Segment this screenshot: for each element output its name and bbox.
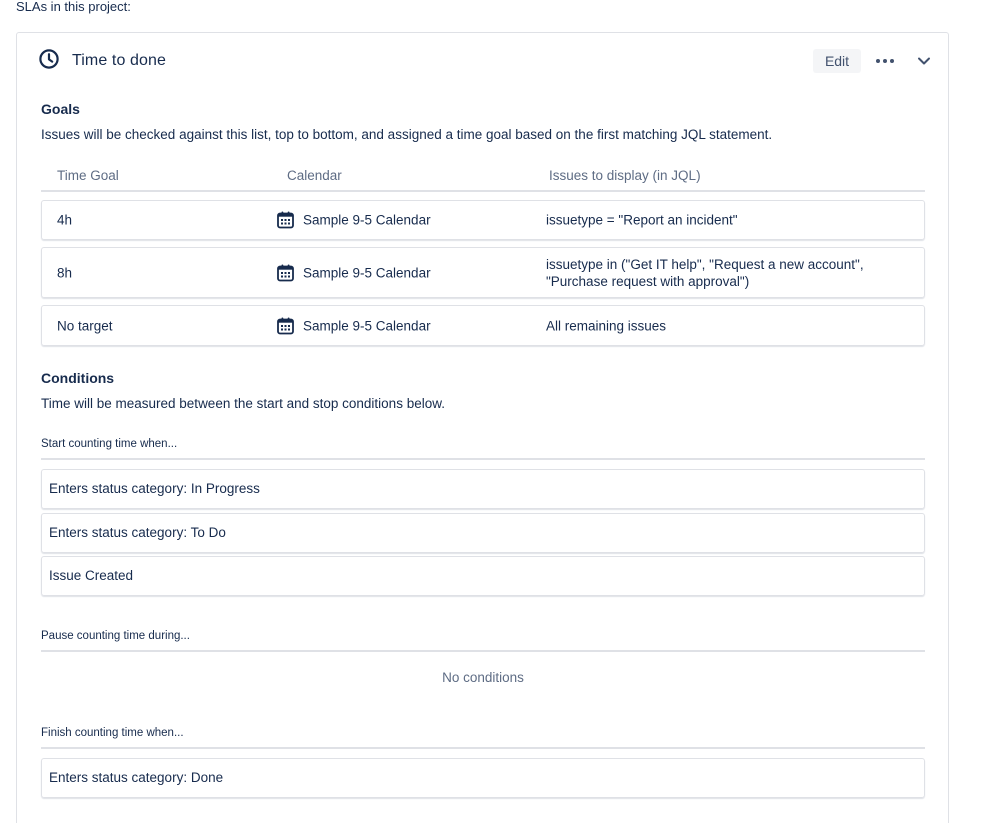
column-calendar: Calendar xyxy=(287,168,342,183)
calendar-icon xyxy=(277,211,294,229)
start-condition-item: Issue Created xyxy=(41,556,925,596)
goal-calendar-name: Sample 9-5 Calendar xyxy=(303,265,431,280)
goals-description: Issues will be checked against this list… xyxy=(41,127,773,142)
clock-icon xyxy=(39,49,59,69)
edit-button[interactable]: Edit xyxy=(813,49,861,73)
more-icon xyxy=(876,59,894,63)
goal-calendar-name: Sample 9-5 Calendar xyxy=(303,212,431,228)
sla-card-header: Time to done Edit xyxy=(17,33,948,89)
goal-time: 4h xyxy=(57,212,73,228)
column-issues-jql: Issues to display (in JQL) xyxy=(549,168,701,183)
collapse-button[interactable] xyxy=(913,49,935,73)
goals-title: Goals xyxy=(41,101,80,117)
goal-time: 8h xyxy=(57,265,73,280)
goal-calendar-name: Sample 9-5 Calendar xyxy=(303,318,431,333)
goal-row[interactable]: 4h Sample 9-5 Calendar issuetype = "Repo… xyxy=(41,200,925,240)
pause-conditions-label: Pause counting time during... xyxy=(41,630,925,652)
finish-conditions-label: Finish counting time when... xyxy=(41,727,925,749)
goal-jql: issuetype = "Report an incident" xyxy=(546,212,738,228)
start-condition-item: Enters status category: In Progress xyxy=(41,469,925,509)
goal-row[interactable]: No target Sample 9-5 Calendar All remain… xyxy=(41,305,925,346)
goal-calendar: Sample 9-5 Calendar xyxy=(276,211,431,230)
chevron-down-icon xyxy=(918,57,930,65)
calendar-icon xyxy=(277,264,294,281)
goal-jql: issuetype in ("Get IT help", "Request a … xyxy=(546,256,864,289)
sla-card-time-to-done: Time to done Edit Goals Issues will be c… xyxy=(16,32,949,823)
conditions-description: Time will be measured between the start … xyxy=(41,396,445,411)
goal-row[interactable]: 8h Sample 9-5 Calendar issuetype in ("Ge… xyxy=(41,247,925,298)
conditions-title: Conditions xyxy=(41,370,115,386)
goal-calendar: Sample 9-5 Calendar xyxy=(276,316,431,335)
pause-no-conditions: No conditions xyxy=(442,670,524,685)
goal-jql: All remaining issues xyxy=(546,318,667,333)
start-condition-item: Enters status category: To Do xyxy=(41,513,925,553)
start-conditions-label: Start counting time when... xyxy=(41,438,925,460)
goals-table-header: Time Goal Calendar Issues to display (in… xyxy=(41,160,925,192)
more-actions-button[interactable] xyxy=(872,49,898,73)
goal-time: No target xyxy=(57,318,113,333)
column-time-goal: Time Goal xyxy=(57,168,119,183)
sla-list-intro: SLAs in this project: xyxy=(16,0,131,14)
finish-condition-item: Enters status category: Done xyxy=(41,758,925,798)
goal-calendar: Sample 9-5 Calendar xyxy=(276,263,431,282)
sla-title: Time to done xyxy=(72,52,166,69)
calendar-icon xyxy=(277,317,294,334)
